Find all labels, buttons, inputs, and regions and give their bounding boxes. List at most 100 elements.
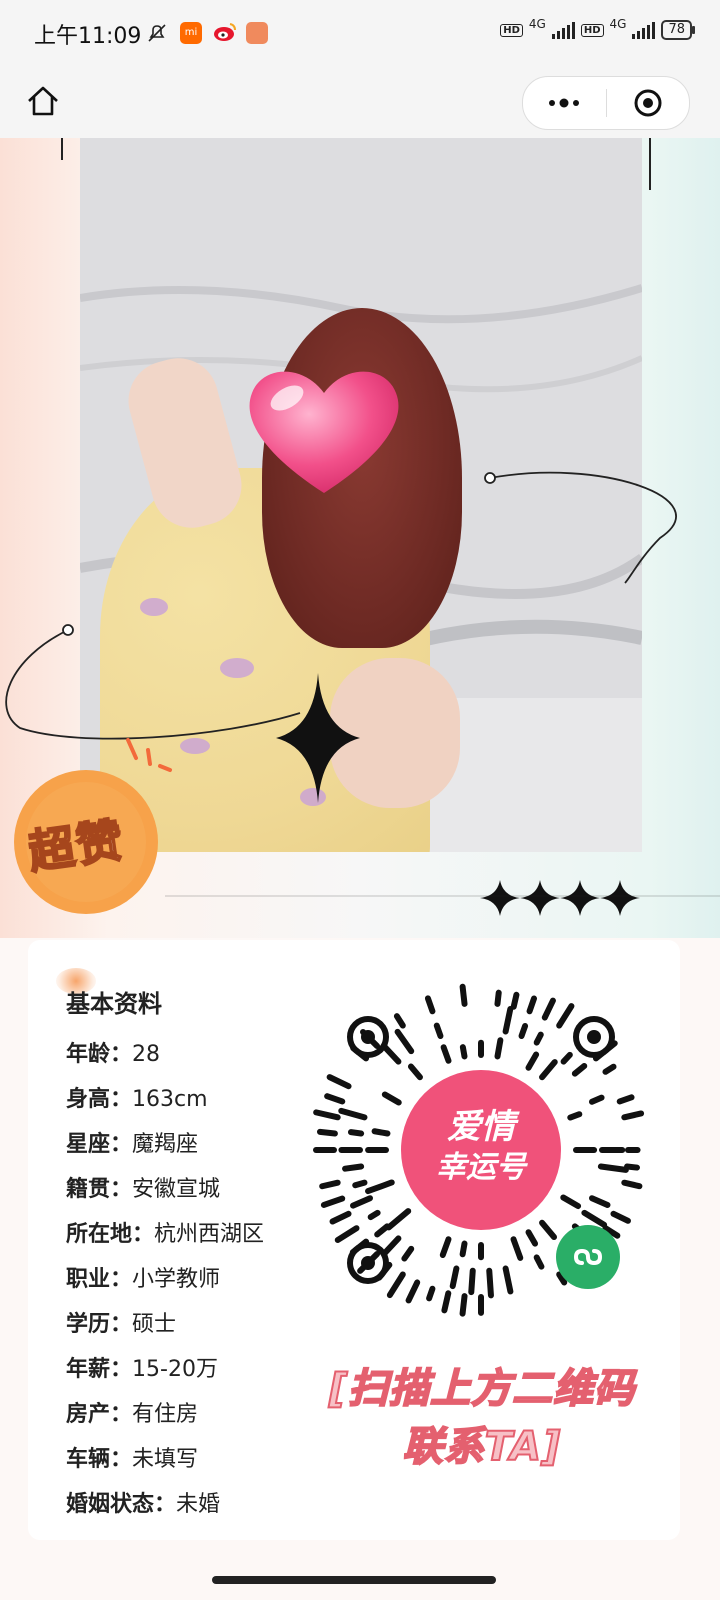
- qr-center-logo: 爱情 幸运号: [401, 1070, 561, 1230]
- field-label: 车辆：: [66, 1447, 133, 1472]
- home-indicator[interactable]: [212, 1576, 496, 1584]
- qr-ray: [533, 1254, 545, 1270]
- qr-ray: [533, 1031, 544, 1046]
- field-value: 杭州西湖区: [154, 1222, 265, 1247]
- home-button[interactable]: [20, 78, 66, 124]
- qr-ray: [371, 1128, 391, 1137]
- signal-icon-2: [632, 21, 656, 39]
- mini-program-qr-code[interactable]: 爱情 幸运号: [306, 975, 656, 1325]
- field-label: 学历：: [66, 1312, 133, 1337]
- qr-ray: [518, 1022, 529, 1039]
- field-occupation: 职业：小学教师: [66, 1257, 264, 1302]
- qr-ray: [426, 1285, 436, 1302]
- qr-ray: [502, 1265, 514, 1295]
- qr-ray: [407, 1063, 423, 1081]
- profile-field-list: 年龄：28 身高：163cm 星座：魔羯座 籍贯：安徽宣城 所在地：杭州西湖区 …: [66, 1032, 264, 1527]
- qr-ray: [433, 1022, 444, 1039]
- field-label: 年龄：: [66, 1042, 133, 1067]
- field-label: 星座：: [66, 1132, 133, 1157]
- field-value: 未填写: [132, 1447, 199, 1472]
- qr-ray: [468, 1267, 476, 1296]
- signal-icon: [551, 21, 575, 39]
- network-label: 4G: [528, 17, 546, 31]
- qr-ray: [588, 1195, 611, 1208]
- shopping-app-icon: [246, 22, 268, 44]
- qr-ray: [324, 1093, 346, 1105]
- qr-ray: [329, 1210, 352, 1225]
- qr-ray: [502, 1006, 514, 1035]
- qr-ray: [342, 1163, 365, 1172]
- mi-app-icon: mi: [180, 22, 202, 44]
- status-bar: 上午11:09 mi HD 4G HD 4G 78: [0, 0, 720, 68]
- field-label: 职业：: [66, 1267, 133, 1292]
- close-mini-program-button[interactable]: [607, 77, 690, 129]
- battery-icon: 78: [661, 20, 695, 40]
- qr-ray: [319, 1179, 341, 1190]
- status-time: 上午11:09: [34, 24, 142, 49]
- qr-ray: [385, 1208, 412, 1231]
- field-value: 魔羯座: [132, 1132, 199, 1157]
- qr-ray: [610, 1210, 631, 1224]
- qr-ray: [621, 1179, 643, 1190]
- network-label-2: 4G: [609, 17, 627, 31]
- qr-ray: [567, 1111, 583, 1121]
- qr-ray: [624, 1163, 640, 1171]
- qr-ray: [597, 1163, 629, 1173]
- qr-ray: [525, 1051, 540, 1071]
- field-label: 房产：: [66, 1402, 133, 1427]
- qr-ray: [459, 1293, 468, 1317]
- more-dots-icon: [549, 98, 580, 108]
- qr-ray: [405, 1279, 421, 1304]
- super-like-badge: 超赞: [8, 758, 168, 918]
- qr-logo-line-1: 爱情: [447, 1107, 515, 1147]
- mini-program-icon: [556, 1225, 620, 1289]
- field-value: 硕士: [132, 1312, 177, 1337]
- qr-ray: [581, 1209, 608, 1228]
- qr-ray: [556, 1003, 575, 1029]
- stars-icon: [480, 880, 640, 916]
- status-right: HD 4G HD 4G 78: [500, 17, 695, 40]
- field-value: 28: [132, 1042, 161, 1067]
- qr-ray: [439, 1236, 452, 1259]
- field-value: 15-20万: [132, 1357, 218, 1382]
- qr-ray: [539, 1059, 558, 1081]
- qr-ray: [494, 989, 502, 1007]
- scan-qr-call-to-action: [扫描上方二维码 联系TA]: [286, 1360, 678, 1476]
- qr-ray: [621, 1110, 645, 1121]
- qr-ray: [616, 1094, 635, 1105]
- qr-ray: [374, 1223, 391, 1238]
- qr-ray: [525, 1229, 539, 1247]
- mini-program-nav: [0, 68, 720, 138]
- hd-badge-2: HD: [580, 23, 604, 37]
- field-label: 籍贯：: [66, 1177, 133, 1202]
- qr-ray: [386, 1271, 406, 1299]
- qr-ray: [459, 1240, 468, 1258]
- hero-banner: 超赞: [0, 138, 720, 938]
- qr-finder-dot: [587, 1030, 601, 1044]
- home-icon: [28, 86, 58, 116]
- qr-finder-dot: [361, 1256, 375, 1270]
- field-value: 163cm: [132, 1087, 208, 1112]
- more-button[interactable]: [523, 77, 606, 129]
- qr-ray: [560, 1194, 582, 1210]
- qr-ray: [401, 1245, 415, 1262]
- field-label: 身高：: [66, 1087, 133, 1112]
- cta-line-1: [扫描上方二维码: [328, 1365, 636, 1413]
- qr-ray: [394, 1028, 415, 1055]
- qr-ray: [347, 1129, 365, 1137]
- hd-badge: HD: [500, 23, 523, 37]
- qr-ray: [441, 1290, 452, 1314]
- qr-ray: [459, 1044, 468, 1060]
- field-value: 有住房: [132, 1402, 199, 1427]
- qr-ray: [588, 1094, 605, 1105]
- qr-ray: [459, 983, 468, 1007]
- qr-ray: [316, 1128, 338, 1137]
- field-label: 婚姻状态：: [66, 1492, 177, 1517]
- qr-ray: [326, 1074, 352, 1090]
- qr-ray: [510, 1236, 524, 1261]
- field-housing: 房产：有住房: [66, 1392, 264, 1437]
- field-label: 年薪：: [66, 1357, 133, 1382]
- qr-ray: [602, 1063, 617, 1075]
- qr-ray: [381, 1043, 402, 1065]
- field-label: 所在地：: [66, 1222, 155, 1247]
